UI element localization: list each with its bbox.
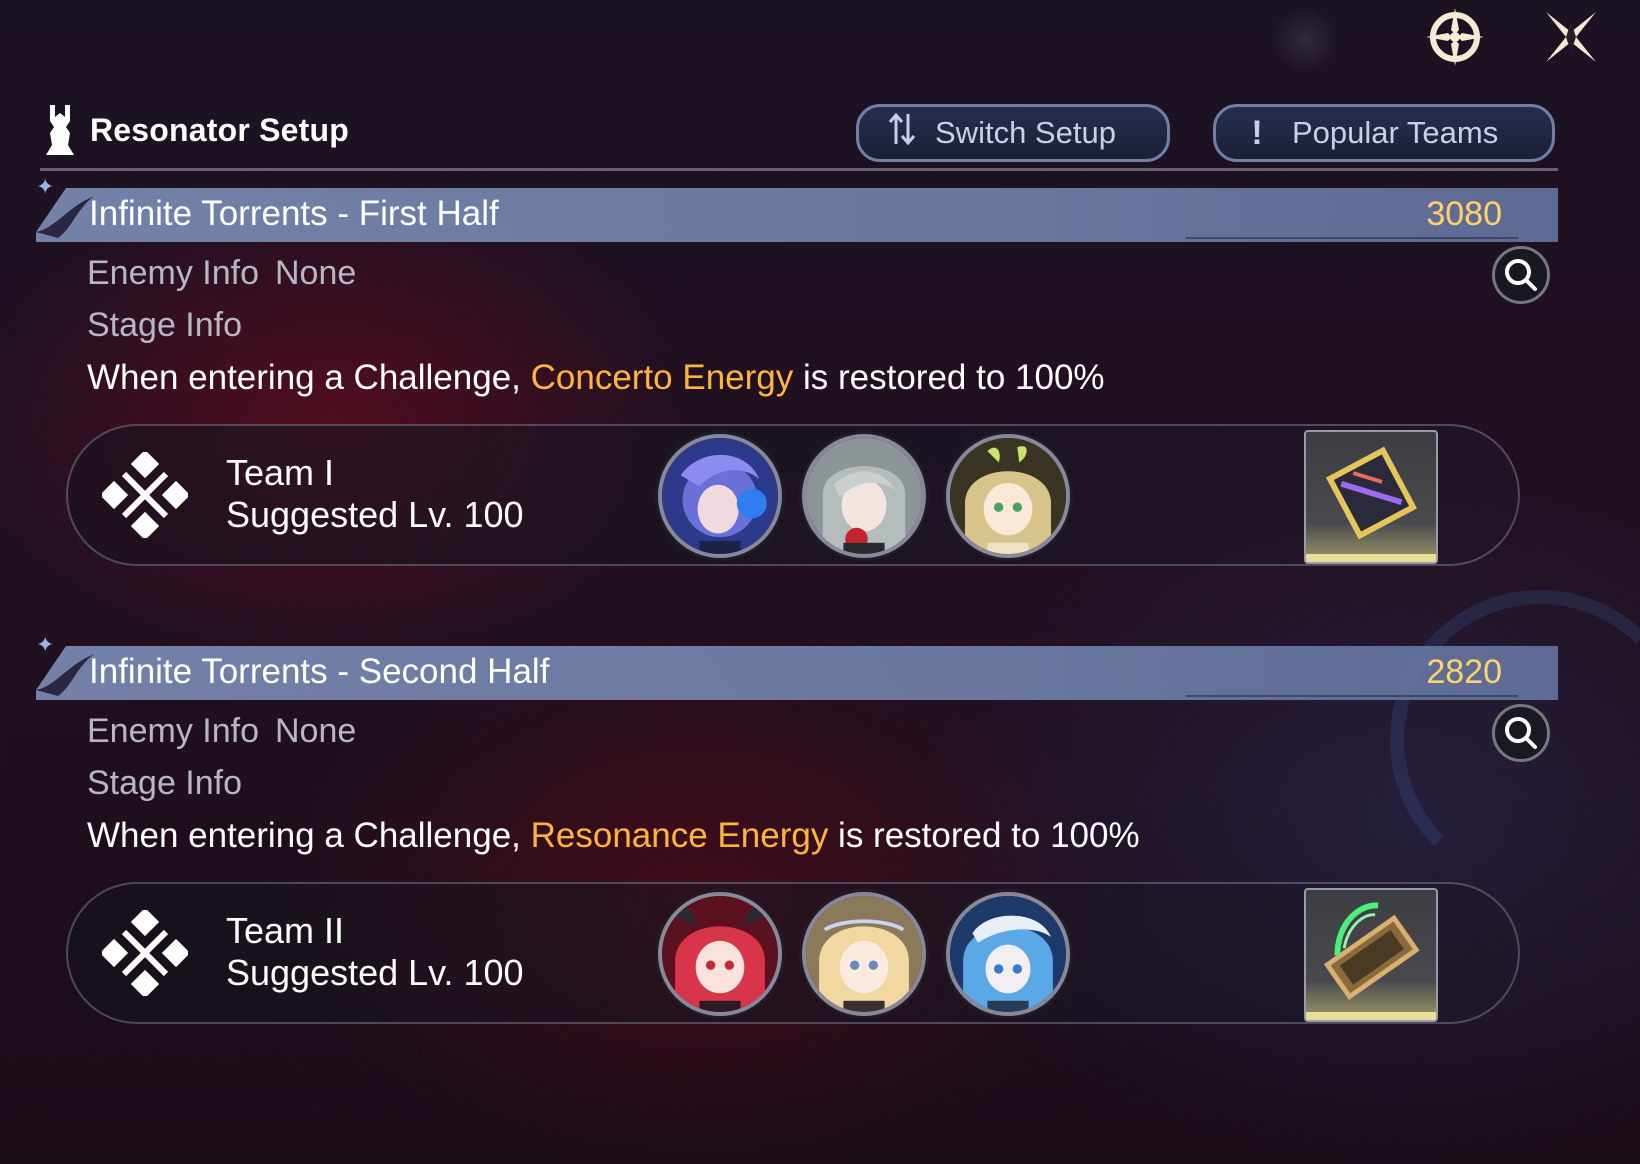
close-icon — [1546, 12, 1596, 62]
page-title: Resonator Setup — [40, 98, 349, 162]
stage-section: Infinite Torrents - First Half 3080 ✦ En… — [36, 174, 1558, 566]
description-suffix: is restored to 100% — [828, 816, 1140, 855]
sparkle-icon: ✦ — [36, 174, 55, 199]
description-highlight: Concerto Energy — [530, 358, 794, 397]
character-portrait-icon — [950, 896, 1066, 1012]
stage-description: When entering a Challenge, Resonance Ene… — [87, 816, 1140, 856]
character-portrait-icon — [806, 438, 922, 554]
switch-setup-button[interactable]: Switch Setup — [856, 104, 1170, 162]
team-emblem-icon — [102, 910, 188, 996]
enemy-info-label: Enemy Info — [87, 712, 259, 750]
resonator-avatar[interactable] — [946, 892, 1070, 1016]
character-portrait-icon — [950, 438, 1066, 554]
resonator-avatar[interactable] — [802, 892, 926, 1016]
team-emblem-icon — [102, 452, 188, 538]
enemy-search-button[interactable] — [1492, 704, 1550, 762]
team-name: Team I — [226, 452, 335, 493]
team-card[interactable]: Team II Suggested Lv. 100 — [66, 882, 1520, 1024]
popular-teams-button[interactable]: ! Popular Teams — [1213, 104, 1555, 162]
team-card[interactable]: Team I Suggested Lv. 100 — [66, 424, 1520, 566]
target-button[interactable] — [1420, 2, 1490, 72]
enemy-info: Enemy Info None — [87, 254, 356, 293]
enemy-info-label: Enemy Info — [87, 254, 259, 292]
frame-item-icon — [1325, 446, 1417, 540]
resonator-avatar[interactable] — [946, 434, 1070, 558]
stage-description: When entering a Challenge, Concerto Ener… — [87, 358, 1105, 398]
swap-icon — [887, 112, 916, 155]
stage-info-label: Stage Info — [87, 306, 243, 344]
enemy-search-button[interactable] — [1492, 246, 1550, 304]
header-divider — [40, 168, 1558, 171]
enemy-info: Enemy Info None — [87, 712, 356, 751]
description-highlight: Resonance Energy — [530, 816, 829, 855]
page-title-text: Resonator Setup — [90, 111, 350, 148]
close-button[interactable] — [1536, 2, 1606, 72]
section-score: 2820 — [1426, 653, 1502, 691]
team-name: Team II — [226, 910, 345, 951]
resonator-avatar[interactable] — [658, 434, 782, 558]
stage-section: Infinite Torrents - Second Half 2820 ✦ E… — [36, 632, 1558, 1024]
team-suggested-level: Suggested Lv. 100 — [226, 494, 524, 535]
tower-icon — [40, 102, 80, 158]
character-portrait-icon — [662, 896, 778, 1012]
section-title: Infinite Torrents - First Half — [89, 194, 499, 233]
description-suffix: is restored to 100% — [793, 358, 1105, 397]
enemy-info-value: None — [274, 712, 357, 750]
description-prefix: When entering a Challenge, — [87, 358, 531, 397]
team-suggested-level: Suggested Lv. 100 — [226, 952, 524, 993]
popular-teams-label: Popular Teams — [1292, 115, 1499, 150]
section-title: Infinite Torrents - Second Half — [89, 652, 550, 691]
echo-item-slot[interactable] — [1304, 430, 1438, 564]
section-header-bar: Infinite Torrents - First Half 3080 — [36, 188, 1558, 242]
section-score: 3080 — [1426, 195, 1502, 233]
switch-setup-label: Switch Setup — [935, 115, 1116, 150]
resonator-avatar[interactable] — [802, 434, 926, 558]
search-icon — [1505, 259, 1537, 291]
sparkle-icon: ✦ — [36, 632, 55, 657]
echo-item-slot[interactable] — [1304, 888, 1438, 1022]
exclamation-icon: ! — [1251, 113, 1263, 152]
character-portrait-icon — [806, 896, 922, 1012]
scroll-case-item-icon — [1323, 902, 1420, 1000]
stage-info-label: Stage Info — [87, 764, 243, 802]
enemy-info-value: None — [274, 254, 357, 292]
section-header-bar: Infinite Torrents - Second Half 2820 — [36, 646, 1558, 700]
search-icon — [1505, 717, 1537, 749]
resonator-avatar[interactable] — [658, 892, 782, 1016]
background-glow — [1270, 5, 1340, 75]
description-prefix: When entering a Challenge, — [87, 816, 531, 855]
character-portrait-icon — [662, 438, 778, 554]
target-icon — [1426, 8, 1484, 66]
header: Resonator Setup Switch Setup ! Popular T… — [40, 98, 1558, 172]
